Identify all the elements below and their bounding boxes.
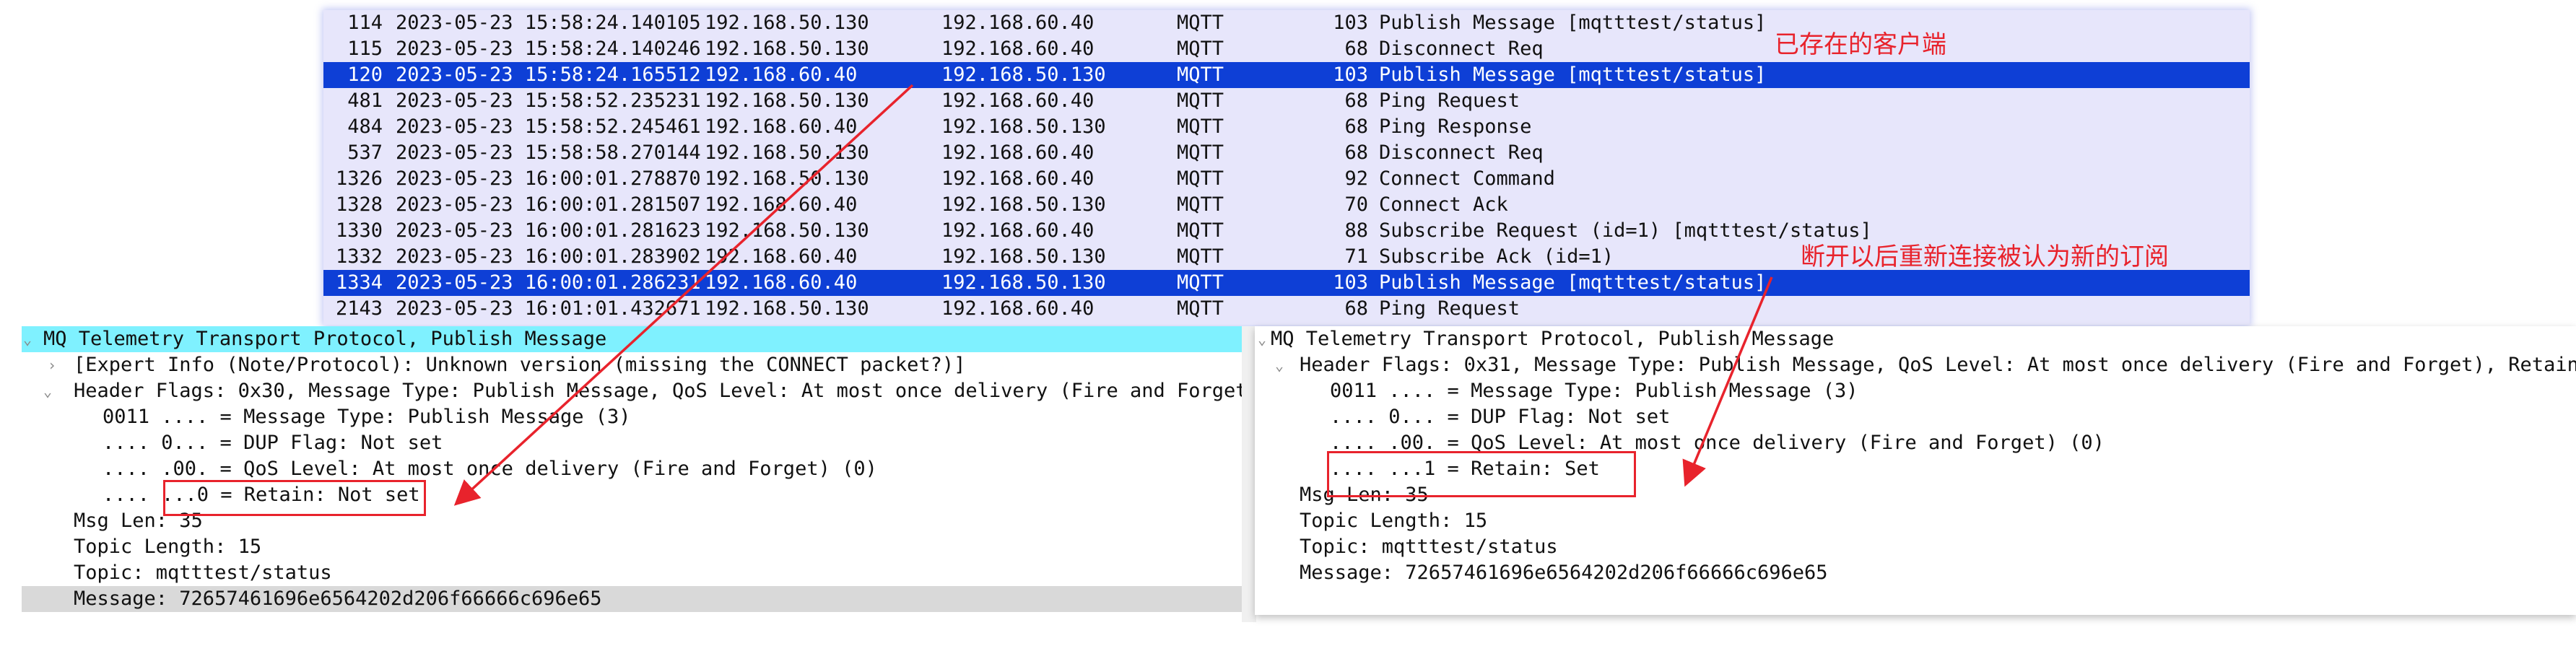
arrow-reconnect [1682, 276, 1773, 487]
arrow-existing-client [453, 84, 914, 506]
annotation-arrows [453, 84, 1773, 506]
